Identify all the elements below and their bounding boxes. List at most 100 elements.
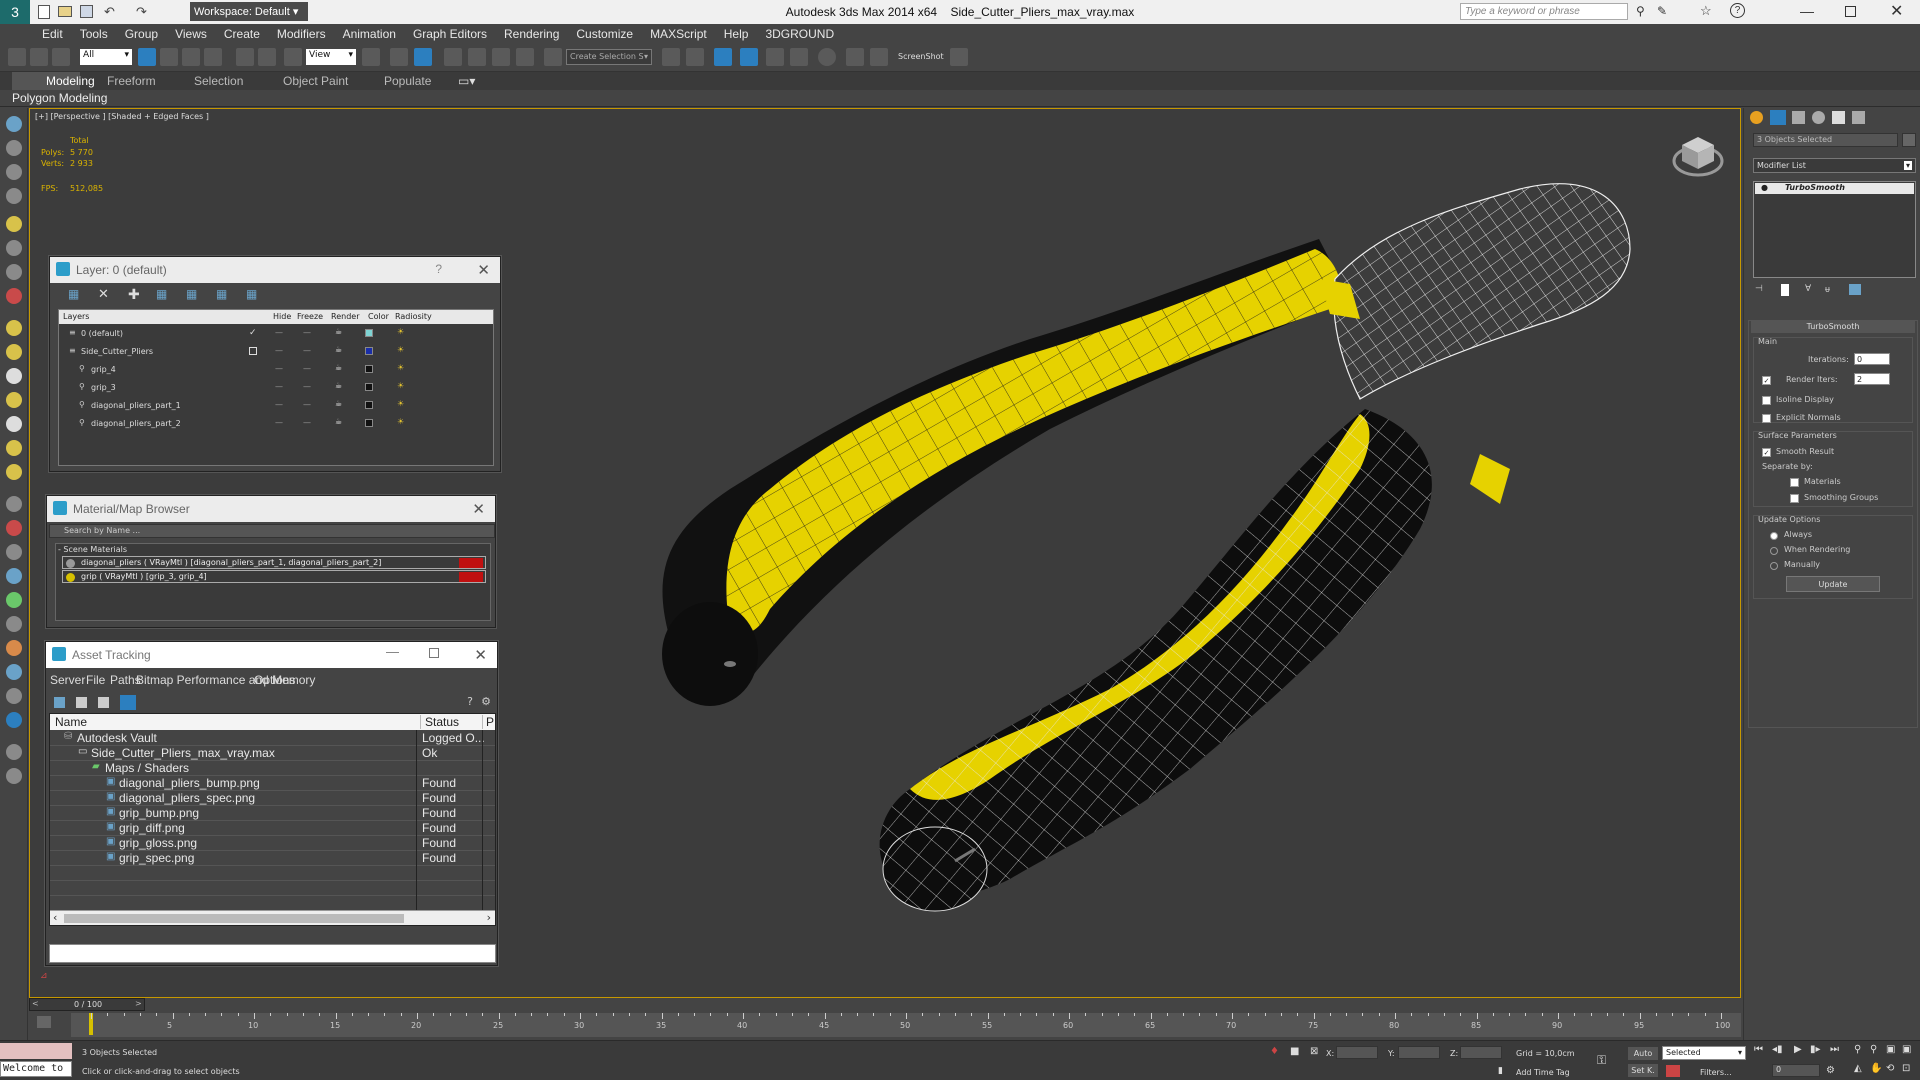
- geosphere-icon[interactable]: [6, 440, 22, 456]
- render-iters-checkbox[interactable]: ✓: [1762, 376, 1771, 385]
- binoculars-icon[interactable]: ⚲: [1636, 4, 1645, 18]
- asset-name[interactable]: grip_diff.png: [119, 821, 185, 835]
- asset-name[interactable]: grip_bump.png: [119, 806, 199, 820]
- layer-row[interactable]: ⚲ diagonal_pliers_part_2 — — ☕ ☀: [59, 416, 493, 432]
- y-coord-field[interactable]: [1398, 1046, 1440, 1059]
- spacewarps-icon[interactable]: [6, 240, 22, 256]
- key-filters-button[interactable]: Filters...: [1700, 1068, 1732, 1077]
- menu-item-group[interactable]: Group: [125, 27, 158, 41]
- maximize-button[interactable]: [429, 648, 439, 658]
- asset-row[interactable]: ▣ diagonal_pliers_spec.png Found: [50, 791, 495, 806]
- noise-icon[interactable]: [6, 640, 22, 656]
- layer-color-swatch[interactable]: [365, 419, 373, 427]
- curve-editor-toggle-icon[interactable]: [37, 1016, 51, 1028]
- render-setup-icon[interactable]: [846, 48, 864, 66]
- percent-snap-icon[interactable]: [492, 48, 510, 66]
- iterations-spinner[interactable]: 0: [1854, 353, 1890, 365]
- box-primitive-icon[interactable]: [6, 320, 22, 336]
- close-icon[interactable]: ✕: [472, 500, 485, 518]
- camera-icon[interactable]: [950, 48, 968, 66]
- orbit-icon[interactable]: ⟲: [1886, 1063, 1894, 1074]
- cone-primitive-icon[interactable]: [6, 416, 22, 432]
- freeze-toggle[interactable]: —: [303, 364, 311, 373]
- asset-row[interactable]: ⛁ Autodesk Vault Logged O...: [50, 731, 495, 746]
- lock-icon[interactable]: ■: [1290, 1046, 1299, 1057]
- menu-item-maxscript[interactable]: MAXScript: [650, 27, 707, 41]
- menu-item-create[interactable]: Create: [224, 27, 260, 41]
- layer-color-swatch[interactable]: [365, 383, 373, 391]
- layer-name[interactable]: grip_3: [91, 383, 116, 392]
- move-icon[interactable]: [236, 48, 254, 66]
- asset-path-field[interactable]: [49, 944, 496, 963]
- link-icon[interactable]: [8, 48, 26, 66]
- named-selection-dropdown[interactable]: Create Selection S ▾: [566, 49, 652, 65]
- tab-selection[interactable]: Selection: [194, 74, 243, 88]
- display-tab-icon[interactable]: [1832, 111, 1845, 124]
- help-icon[interactable]: ?: [1730, 3, 1745, 18]
- render-teapot-icon[interactable]: ☕: [335, 417, 342, 426]
- scrollbar-thumb[interactable]: [64, 914, 404, 923]
- hide-all-icon[interactable]: ▦: [216, 287, 227, 301]
- symmetry-icon[interactable]: [6, 592, 22, 608]
- ribbon-options-icon[interactable]: ▭▾: [458, 74, 475, 88]
- table-view-icon[interactable]: [120, 695, 136, 710]
- help-question-icon[interactable]: [6, 768, 22, 784]
- materials-checkbox[interactable]: [1790, 478, 1799, 487]
- help-icon[interactable]: ?: [467, 695, 473, 708]
- zoom-extents-all-icon[interactable]: ▣: [1902, 1044, 1911, 1055]
- radiosity-icon[interactable]: ☀: [397, 345, 404, 354]
- z-coord-field[interactable]: [1460, 1046, 1502, 1059]
- layer-row[interactable]: ≡ 0 (default) ✓ — — ☕ ☀: [59, 326, 493, 342]
- layer-color-swatch[interactable]: [365, 329, 373, 337]
- asset-row[interactable]: ▰ Maps / Shaders: [50, 761, 495, 776]
- zoom-extents-icon[interactable]: ▣: [1886, 1044, 1895, 1055]
- set-key-button[interactable]: Set K.: [1628, 1064, 1658, 1077]
- scripts-icon[interactable]: [6, 744, 22, 760]
- update-button[interactable]: Update: [1786, 576, 1880, 592]
- smoothing-groups-checkbox[interactable]: [1790, 494, 1799, 503]
- radiosity-icon[interactable]: ☀: [397, 399, 404, 408]
- layer-color-swatch[interactable]: [365, 365, 373, 373]
- when-rendering-radio[interactable]: [1770, 547, 1778, 555]
- select-by-name-icon[interactable]: [160, 48, 178, 66]
- create-lights-icon[interactable]: [6, 164, 22, 180]
- sphere-primitive-icon[interactable]: [6, 344, 22, 360]
- layer-row[interactable]: ⚲ grip_3 — — ☕ ☀: [59, 380, 493, 396]
- hierarchy-tab-icon[interactable]: [1792, 111, 1805, 124]
- lightbulb-icon[interactable]: ●: [1761, 183, 1768, 192]
- asset-name[interactable]: grip_spec.png: [119, 851, 194, 865]
- align-icon[interactable]: [686, 48, 704, 66]
- lock-selection-icon[interactable]: ♦: [1270, 1046, 1279, 1057]
- layer-name[interactable]: grip_4: [91, 365, 116, 374]
- rollout-header[interactable]: TurboSmooth: [1751, 321, 1915, 333]
- maximize-viewport-icon[interactable]: ⊡: [1902, 1063, 1910, 1074]
- close-icon[interactable]: ✕: [477, 261, 490, 279]
- rotate-icon[interactable]: [258, 48, 276, 66]
- ribbon-toggle-icon[interactable]: [740, 48, 758, 66]
- motion-tab-icon[interactable]: [1812, 111, 1825, 124]
- layer-name[interactable]: 0 (default): [81, 329, 123, 338]
- render-teapot-icon[interactable]: ☕: [335, 345, 342, 354]
- hide-toggle[interactable]: —: [275, 364, 283, 373]
- render-icon[interactable]: [6, 688, 22, 704]
- asset-menu-options[interactable]: Options: [254, 673, 295, 687]
- polygon-modeling-label[interactable]: Polygon Modeling: [12, 91, 107, 105]
- selection-filter-dropdown[interactable]: All ▾: [80, 49, 132, 65]
- asset-name[interactable]: Maps / Shaders: [105, 761, 189, 775]
- material-item[interactable]: diagonal_pliers ( VRayMtl ) [diagonal_pl…: [62, 556, 486, 569]
- col-path[interactable]: P: [482, 715, 494, 729]
- particles-icon[interactable]: [6, 288, 22, 304]
- window-crossing-icon[interactable]: [204, 48, 222, 66]
- show-end-result-icon[interactable]: [1781, 284, 1789, 296]
- zoom-icon[interactable]: ⚲: [1854, 1044, 1861, 1055]
- add-time-tag-icon[interactable]: ▮: [1498, 1066, 1503, 1076]
- go-to-start-icon[interactable]: ⏮: [1754, 1044, 1763, 1055]
- asset-row[interactable]: ▣ grip_gloss.png Found: [50, 836, 495, 851]
- render-frame-icon[interactable]: [870, 48, 888, 66]
- create-geometry-icon[interactable]: [6, 116, 22, 132]
- edit-poly-icon[interactable]: [6, 520, 22, 536]
- asset-row[interactable]: ▣ grip_bump.png Found: [50, 806, 495, 821]
- prev-frame-icon[interactable]: ◂▮: [1772, 1044, 1783, 1055]
- asset-name[interactable]: diagonal_pliers_bump.png: [119, 776, 260, 790]
- tab-populate[interactable]: Populate: [384, 74, 431, 88]
